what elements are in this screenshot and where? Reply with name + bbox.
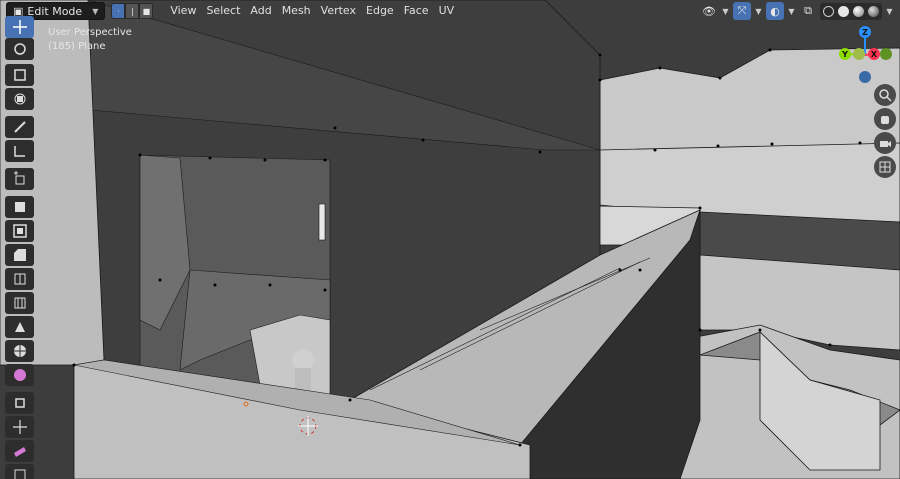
viewport-menu: View Select Add Mesh Vertex Edge Face UV: [165, 2, 459, 20]
tool-loop-cut[interactable]: [5, 268, 34, 290]
tool-poly-build[interactable]: [5, 316, 34, 338]
edge-select-icon: |: [130, 6, 134, 16]
tool-add-cube[interactable]: [5, 168, 34, 190]
gizmo-icon: ⤧: [737, 4, 747, 17]
gizmo-x-label: X: [870, 49, 878, 59]
ortho-toggle-button[interactable]: [874, 156, 896, 178]
rotate-icon: [13, 43, 26, 55]
eye-visibility-icon: 👁: [702, 4, 716, 18]
gizmo-toggle-button[interactable]: ⤧: [733, 2, 751, 20]
menu-mesh[interactable]: Mesh: [277, 2, 316, 20]
wireframe-shading-icon[interactable]: [823, 5, 834, 17]
viewport-header: ▣ Edit Mode ▼ · | ■ View Select Add Mesh…: [0, 0, 900, 22]
tool-measure[interactable]: [5, 140, 34, 162]
shrink-fatten-icon: [14, 398, 25, 408]
menu-select[interactable]: Select: [201, 2, 245, 20]
smooth-icon: [13, 369, 26, 381]
gizmo-y-axis[interactable]: Y: [839, 48, 851, 60]
gizmo-z-label: Z: [862, 27, 868, 37]
menu-edge[interactable]: Edge: [361, 2, 399, 20]
tool-rip[interactable]: [5, 440, 34, 462]
object-info: (185) Plane: [48, 41, 106, 52]
chevron-down-icon[interactable]: ▼: [885, 7, 894, 16]
navigation-gizmo[interactable]: Z Y X: [834, 24, 896, 86]
tool-shear[interactable]: [5, 416, 34, 438]
face-select-icon: ■: [142, 6, 151, 16]
tool-transform[interactable]: [5, 88, 34, 110]
mode-label: Edit Mode: [27, 4, 83, 18]
tool-inset[interactable]: [5, 220, 34, 242]
view-name: User Perspective: [48, 27, 132, 38]
move-icon: [12, 20, 27, 34]
tool-spin[interactable]: [5, 340, 34, 362]
tool-extra[interactable]: [5, 464, 34, 479]
gizmo-neg-z[interactable]: [859, 71, 871, 83]
3d-viewport[interactable]: ▣ Edit Mode ▼ · | ■ View Select Add Mesh…: [0, 0, 900, 479]
pan-button[interactable]: [874, 108, 896, 130]
camera-icon: [880, 141, 891, 147]
tool-annotate[interactable]: [5, 116, 34, 138]
tool-scale[interactable]: [5, 64, 34, 86]
chevron-down-icon[interactable]: ▼: [721, 7, 730, 16]
inset-icon: [12, 224, 27, 238]
transform-icon: [14, 93, 25, 105]
bevel-icon: [13, 249, 26, 261]
face-select-button[interactable]: ■: [139, 3, 154, 19]
rendered-shading-icon[interactable]: [868, 5, 879, 17]
gizmo-neg-y[interactable]: [853, 48, 865, 60]
chevron-down-icon[interactable]: ▼: [787, 7, 796, 16]
tool-rotate[interactable]: [5, 38, 34, 60]
tool-shrink-fatten[interactable]: [5, 392, 34, 414]
viewport-info: User Perspective (185) Plane: [48, 26, 132, 54]
gizmo-y-label: Y: [842, 49, 848, 59]
gizmo-x-axis[interactable]: X: [868, 48, 880, 60]
tool-smooth[interactable]: [5, 364, 34, 386]
tool-move[interactable]: [5, 16, 34, 38]
vertex-select-button[interactable]: ·: [111, 3, 126, 19]
camera-view-button[interactable]: [874, 132, 896, 154]
tool-bevel[interactable]: [5, 244, 34, 266]
overlays-icon: ◐: [770, 4, 780, 18]
material-shading-icon[interactable]: [853, 5, 864, 17]
add-cube-icon: [13, 171, 24, 185]
spin-icon: [13, 345, 26, 357]
poly-build-icon: [14, 322, 25, 332]
select-mode-group: · | ■: [111, 3, 154, 19]
grid-icon: [879, 161, 891, 173]
solid-shading-icon[interactable]: [838, 5, 849, 17]
annotate-icon: [13, 121, 26, 133]
xray-toggle-button[interactable]: ⧉: [799, 2, 817, 20]
header-right-tools: 👁 ▼ ⤧ ▼ ◐ ▼ ⧉ ▼: [700, 2, 894, 20]
loop-cut-icon: [14, 273, 25, 285]
mesh-scene[interactable]: [0, 0, 900, 479]
chevron-down-icon: ▼: [92, 6, 99, 16]
measure-icon: [13, 146, 25, 157]
scale-icon: [13, 69, 26, 81]
tool-extrude[interactable]: [5, 196, 34, 218]
vertex-select-icon: ·: [117, 6, 120, 16]
zoom-icon: [879, 89, 892, 102]
tool-offset-edge-loop[interactable]: [5, 292, 34, 314]
shear-icon: [12, 420, 27, 434]
menu-add[interactable]: Add: [245, 2, 276, 20]
shading-mode-group: [820, 2, 882, 20]
select-box-icon: [14, 469, 25, 479]
hand-icon: [881, 116, 889, 124]
edge-select-button[interactable]: |: [125, 3, 140, 19]
menu-vertex[interactable]: Vertex: [316, 2, 361, 20]
offset-edge-loop-icon: [14, 297, 25, 309]
object-type-visibility-button[interactable]: 👁: [700, 2, 718, 20]
menu-face[interactable]: Face: [399, 2, 434, 20]
rip-icon: [13, 447, 26, 457]
zoom-button[interactable]: [874, 84, 896, 106]
chevron-down-icon[interactable]: ▼: [754, 7, 763, 16]
xray-icon: ⧉: [804, 4, 812, 17]
gizmo-neg-x[interactable]: [880, 48, 892, 60]
menu-uv[interactable]: UV: [434, 2, 460, 20]
overlays-toggle-button[interactable]: ◐: [766, 2, 784, 20]
menu-view[interactable]: View: [165, 2, 201, 20]
gizmo-z-axis[interactable]: Z: [859, 26, 871, 38]
extrude-icon: [14, 202, 25, 212]
